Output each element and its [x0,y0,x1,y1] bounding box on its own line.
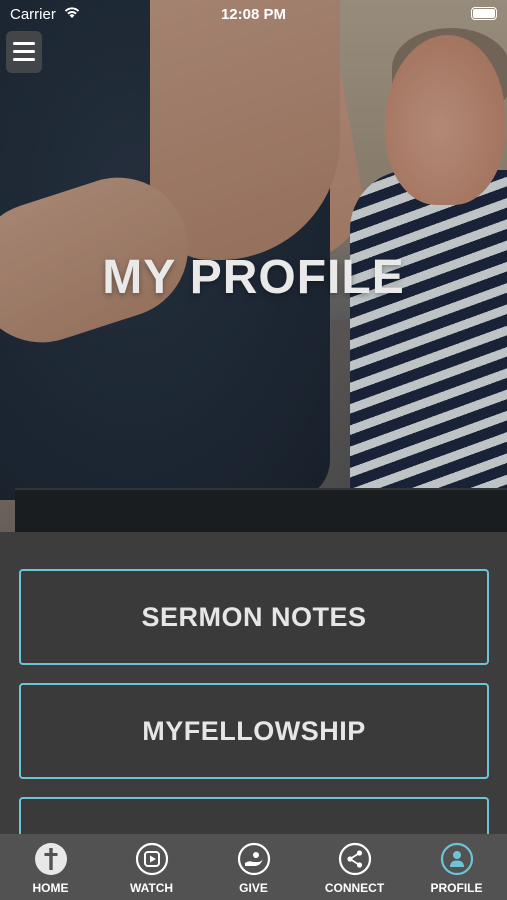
tab-label: HOME [32,881,69,895]
page-title: MY PROFILE [102,251,405,304]
tab-label: WATCH [129,881,174,895]
tab-bar: HOME WATCH GIVE CONNECT PROFILE [0,834,507,900]
play-circle-icon [135,842,168,876]
tab-profile[interactable]: PROFILE [406,834,507,900]
menu-button[interactable] [6,31,42,73]
share-icon [338,842,371,876]
person-icon [440,842,473,876]
sermon-notes-button[interactable]: SERMON NOTES [19,569,489,665]
tab-label: GIVE [239,881,268,895]
tab-give[interactable]: GIVE [203,834,304,900]
tab-label: PROFILE [430,881,483,895]
tab-connect[interactable]: CONNECT [304,834,405,900]
myfellowship-button[interactable]: MYFELLOWSHIP [19,683,489,779]
tab-watch[interactable]: WATCH [101,834,202,900]
tab-label: CONNECT [324,881,385,895]
cross-circle-icon [34,843,67,875]
clock: 12:08 PM [220,6,287,23]
tab-home[interactable]: HOME [0,834,101,900]
profile-menu: SERMON NOTES MYFELLOWSHIP [0,532,507,834]
hamburger-menu-icon [13,42,35,45]
profile-menu-button-3[interactable] [19,797,489,834]
status-bar: Carrier 12:08 PM [0,0,507,30]
battery-icon [471,7,497,20]
giving-hand-icon [237,842,270,876]
